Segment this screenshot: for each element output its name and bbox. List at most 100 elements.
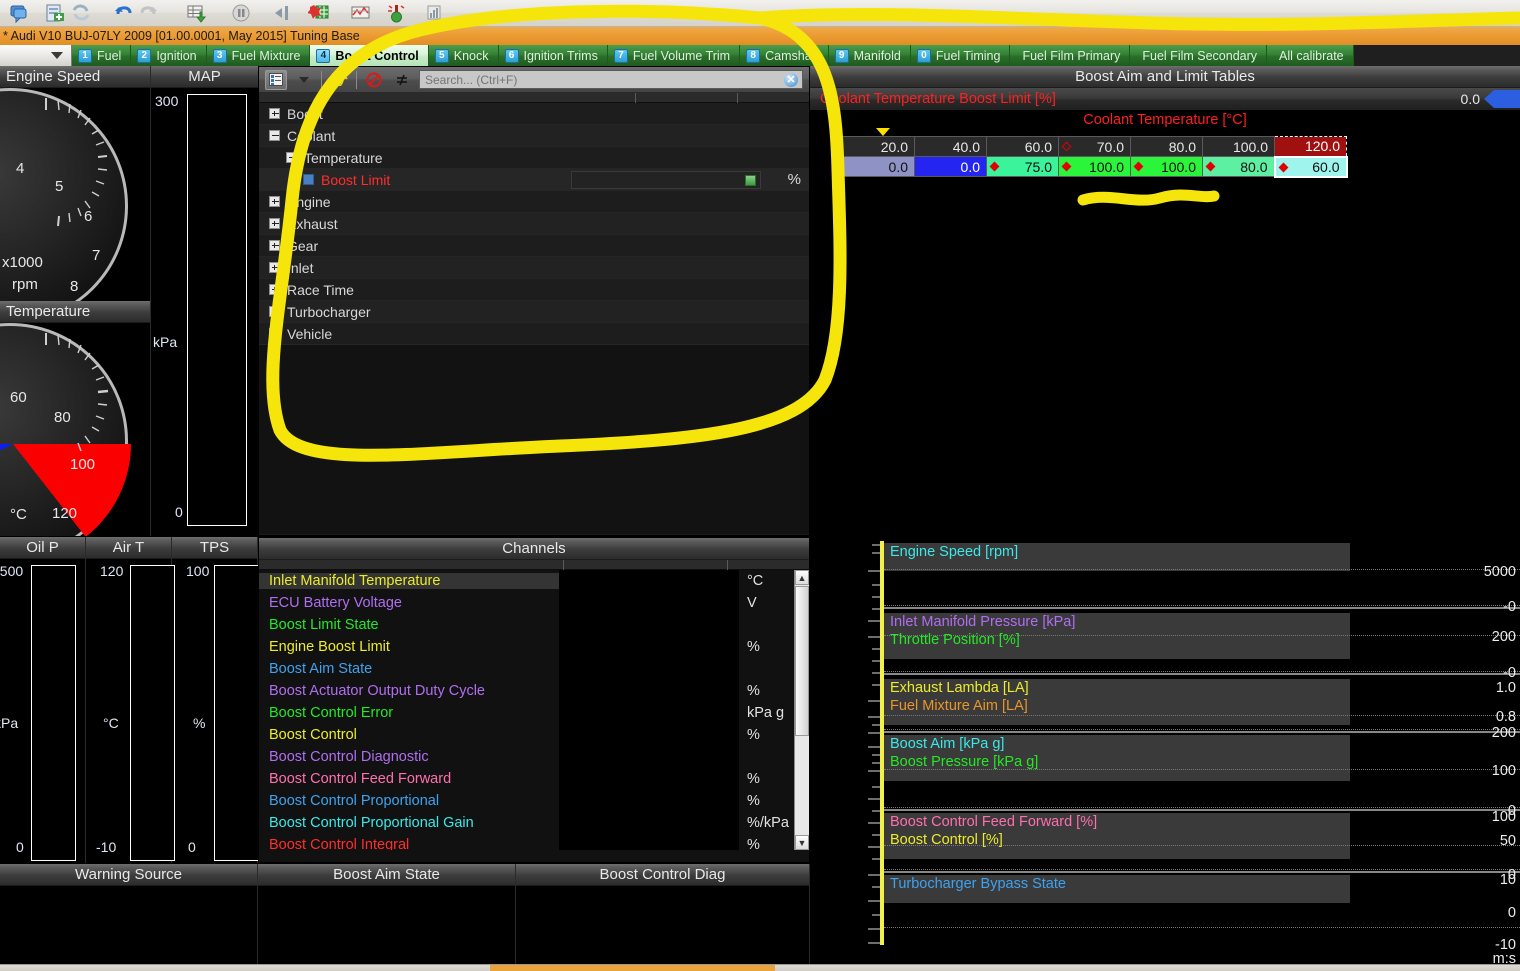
axis-cell[interactable]: 40.0 [915,137,987,157]
expand-plus-icon[interactable] [269,240,280,251]
channel-row[interactable]: Engine Boost Limit % [259,636,809,658]
value-cell[interactable]: 0.0 [915,157,987,177]
minimize-icon[interactable] [460,2,482,24]
graph-trace-label[interactable]: Turbocharger Bypass State [890,875,1066,893]
channel-row[interactable]: Boost Control Diagnostic [259,746,809,768]
channel-row[interactable]: Boost Actuator Output Duty Cycle % [259,680,809,702]
channel-row[interactable]: Boost Limit State [259,614,809,636]
scroll-down-icon[interactable]: ▼ [795,835,809,850]
channel-row[interactable]: ECU Battery Voltage V [259,592,809,614]
download-table-icon[interactable] [186,2,208,24]
value-cell[interactable]: 100.0 [1131,157,1203,177]
channel-row[interactable]: Boost Control Integral % [259,834,809,850]
search-box[interactable]: ✕ [419,70,803,89]
tab-fuel[interactable]: 1 Fuel [72,45,131,66]
tree-view-icon[interactable] [265,70,287,90]
expand-plus-icon[interactable] [269,284,280,295]
axis-cell[interactable]: 20.0 [843,137,915,157]
axis-cell-selected[interactable]: 120.0 [1275,137,1347,157]
tab-fuel-volume-trim[interactable]: 7 Fuel Volume Trim [608,45,740,66]
graph-trace-label[interactable]: Boost Aim [kPa g] [890,735,1038,753]
graph-trace-label[interactable]: Inlet Manifold Pressure [kPa] [890,613,1075,631]
tab-fuel-film-secondary[interactable]: Fuel Film Secondary [1130,45,1267,66]
wave-icon[interactable] [328,70,350,90]
expand-plus-icon[interactable] [269,328,280,339]
indent-icon[interactable] [272,2,294,24]
graph-trace-label[interactable]: Boost Control Feed Forward [%] [890,813,1097,831]
graph-trace-label[interactable]: Throttle Position [%] [890,631,1075,649]
scrollbar-thumb[interactable] [795,586,809,736]
channel-row[interactable]: Boost Control Proportional Gain %/kPa [259,812,809,834]
tree-row-boost[interactable]: Boost [259,103,809,125]
tree-row-coolant[interactable]: Coolant [259,125,809,147]
pause-icon[interactable] [230,2,252,24]
clear-search-icon[interactable]: ✕ [784,73,798,87]
new-file-icon[interactable] [44,2,66,24]
graph-trace-label[interactable]: Fuel Mixture Aim [LA] [890,697,1029,715]
channel-row[interactable]: Boost Aim State [259,658,809,680]
tab-boost-control[interactable]: 4 Boost Control [310,45,428,66]
table-editor-icon[interactable] [745,175,756,186]
not-equal-icon[interactable] [391,70,413,90]
tab-fuel-mixture[interactable]: 3 Fuel Mixture [207,45,311,66]
bar-gauge-track[interactable] [214,565,259,861]
tree-row-value-cell[interactable] [571,171,761,189]
tree-row-turbocharger[interactable]: Turbocharger [259,301,809,323]
tab-all-calibrate[interactable]: All calibrate [1267,45,1354,66]
value-cell[interactable]: 80.0 [1203,157,1275,177]
graph-trace-label[interactable]: Engine Speed [rpm] [890,543,1018,561]
tab-ignition-trims[interactable]: 6 Ignition Trims [499,45,608,66]
channel-row[interactable]: Boost Control % [259,724,809,746]
channel-row[interactable]: Boost Control Feed Forward % [259,768,809,790]
axis-cell[interactable]: 60.0 [987,137,1059,157]
tab-knock[interactable]: 5 Knock [429,45,499,66]
tab-menu-dropdown[interactable] [0,45,72,66]
axis-cell[interactable]: 100.0 [1203,137,1275,157]
tree-row-exhaust[interactable]: Exhaust [259,213,809,235]
channels-list[interactable]: Inlet Manifold Temperature °C ECU Batter… [259,570,809,850]
search-input[interactable] [425,73,797,87]
grid-stop-icon[interactable] [308,2,330,24]
graph-trace-label[interactable]: Boost Control [%] [890,831,1097,849]
axis-cell[interactable]: 80.0 [1131,137,1203,157]
value-cell[interactable]: 0.0 [843,157,915,177]
bar-gauge-track[interactable] [31,565,76,861]
tab-fuel-timing[interactable]: 0 Fuel Timing [911,45,1011,66]
collapse-minus-icon[interactable] [269,130,280,141]
diagnostics-icon[interactable] [386,2,408,24]
tree-row-vehicle[interactable]: Vehicle [259,323,809,345]
graph-trace-label[interactable]: Boost Pressure [kPa g] [890,753,1038,771]
graph-trace-label[interactable]: Exhaust Lambda [LA] [890,679,1029,697]
expand-plus-icon[interactable] [269,306,280,317]
axis-cell[interactable]: 70.0 [1059,137,1131,157]
tab-manifold[interactable]: 9 Manifold [829,45,911,66]
comms-icon[interactable] [8,2,30,24]
tree-row-temperature[interactable]: Temperature [259,147,809,169]
tab-fuel-film-primary[interactable]: Fuel Film Primary [1010,45,1130,66]
tab-ignition[interactable]: 2 Ignition [131,45,206,66]
channel-row[interactable]: Boost Control Error kPa g [259,702,809,724]
chart-edit-icon[interactable] [350,2,372,24]
map-bar-track[interactable] [187,94,247,526]
tree-row-race-time[interactable]: Race Time [259,279,809,301]
scroll-up-icon[interactable]: ▲ [795,570,809,585]
bar-gauge-track[interactable] [130,565,175,861]
tree-row-gear[interactable]: Gear [259,235,809,257]
value-cell[interactable]: 100.0 [1059,157,1131,177]
expand-plus-icon[interactable] [269,196,280,207]
value-cell-selected[interactable]: 60.0 [1275,157,1347,177]
expand-plus-icon[interactable] [269,108,280,119]
block-icon[interactable] [363,70,385,90]
boost-limit-table[interactable]: 20.0 40.0 60.0 70.0 80.0 100.0 120.0 0.0… [842,136,1348,178]
refresh-icon[interactable] [70,2,92,24]
expand-plus-icon[interactable] [269,218,280,229]
channel-row[interactable]: Boost Control Proportional % [259,790,809,812]
value-cell[interactable]: 75.0 [987,157,1059,177]
tree-row-inlet[interactable]: Inlet [259,257,809,279]
chevron-down-icon[interactable] [293,70,315,90]
tab-camshaft[interactable]: 8 Camshaft [740,45,829,66]
channel-row[interactable]: Inlet Manifold Temperature °C [259,570,809,592]
expand-plus-icon[interactable] [269,262,280,273]
tree-row-boost-limit[interactable]: Boost Limit % [259,169,809,191]
tree-row-engine[interactable]: Engine [259,191,809,213]
